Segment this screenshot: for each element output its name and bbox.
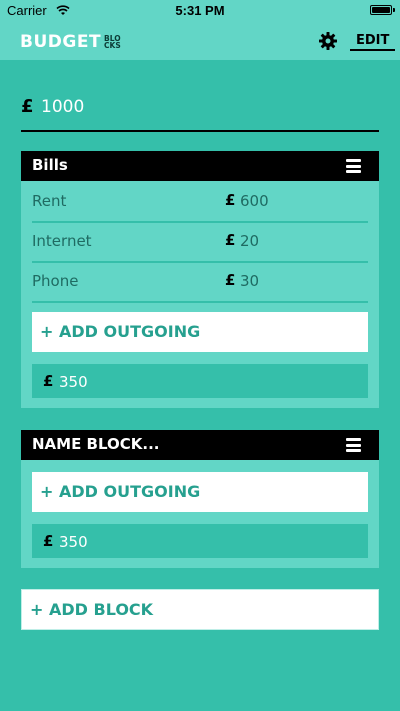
logo-small-line2: CKS bbox=[104, 41, 121, 50]
add-block-button[interactable]: + ADD BLOCK bbox=[21, 589, 379, 630]
battery-icon bbox=[370, 5, 395, 15]
add-outgoing-button[interactable]: + ADD OUTGOING bbox=[32, 312, 368, 352]
block-total: £ 350 bbox=[32, 364, 368, 398]
total-currency: £ bbox=[43, 532, 54, 550]
block-header: Bills bbox=[21, 151, 379, 181]
outgoing-currency: £ bbox=[225, 231, 236, 249]
hamburger-menu-icon[interactable] bbox=[346, 438, 361, 452]
status-bar: Carrier 5:31 PM bbox=[0, 0, 400, 22]
add-outgoing-button[interactable]: + ADD OUTGOING bbox=[32, 472, 368, 512]
outgoing-row[interactable]: Internet £ 20 bbox=[32, 223, 368, 263]
outgoing-name: Rent bbox=[32, 192, 67, 210]
block-title[interactable]: NAME BLOCK... bbox=[32, 435, 160, 453]
budget-currency: £ bbox=[21, 96, 34, 117]
nav-bar: BUDGET BLO CKS EDIT bbox=[0, 22, 400, 60]
logo-text: BUDGET bbox=[20, 32, 102, 52]
total-amount: 350 bbox=[59, 533, 88, 551]
budget-block: NAME BLOCK... + ADD OUTGOING £ 350 bbox=[21, 430, 379, 568]
budget-input[interactable]: £ 1000 bbox=[21, 94, 379, 132]
outgoing-amount: 30 bbox=[240, 272, 260, 290]
budget-value[interactable]: 1000 bbox=[41, 97, 84, 117]
gear-icon[interactable] bbox=[318, 31, 338, 51]
budget-block: Bills Rent £ 600 Internet £ 20 Phone £ 3… bbox=[21, 151, 379, 408]
clock: 5:31 PM bbox=[175, 3, 225, 18]
outgoing-row[interactable]: Rent £ 600 bbox=[32, 183, 368, 223]
outgoing-amount: 600 bbox=[240, 192, 269, 210]
block-total: £ 350 bbox=[32, 524, 368, 558]
total-amount: 350 bbox=[59, 373, 88, 391]
outgoing-currency: £ bbox=[225, 191, 236, 209]
hamburger-menu-icon[interactable] bbox=[346, 159, 361, 173]
outgoing-currency: £ bbox=[225, 271, 236, 289]
logo-small-text: BLO CKS bbox=[104, 34, 124, 50]
total-currency: £ bbox=[43, 372, 54, 390]
outgoing-row[interactable]: Phone £ 30 bbox=[32, 263, 368, 303]
outgoing-name: Internet bbox=[32, 232, 92, 250]
outgoing-amount: 20 bbox=[240, 232, 260, 250]
app-logo: BUDGET BLO CKS bbox=[20, 31, 124, 53]
block-title[interactable]: Bills bbox=[32, 156, 68, 174]
edit-button[interactable]: EDIT bbox=[350, 32, 396, 51]
outgoing-name: Phone bbox=[32, 272, 79, 290]
block-header: NAME BLOCK... bbox=[21, 430, 379, 460]
